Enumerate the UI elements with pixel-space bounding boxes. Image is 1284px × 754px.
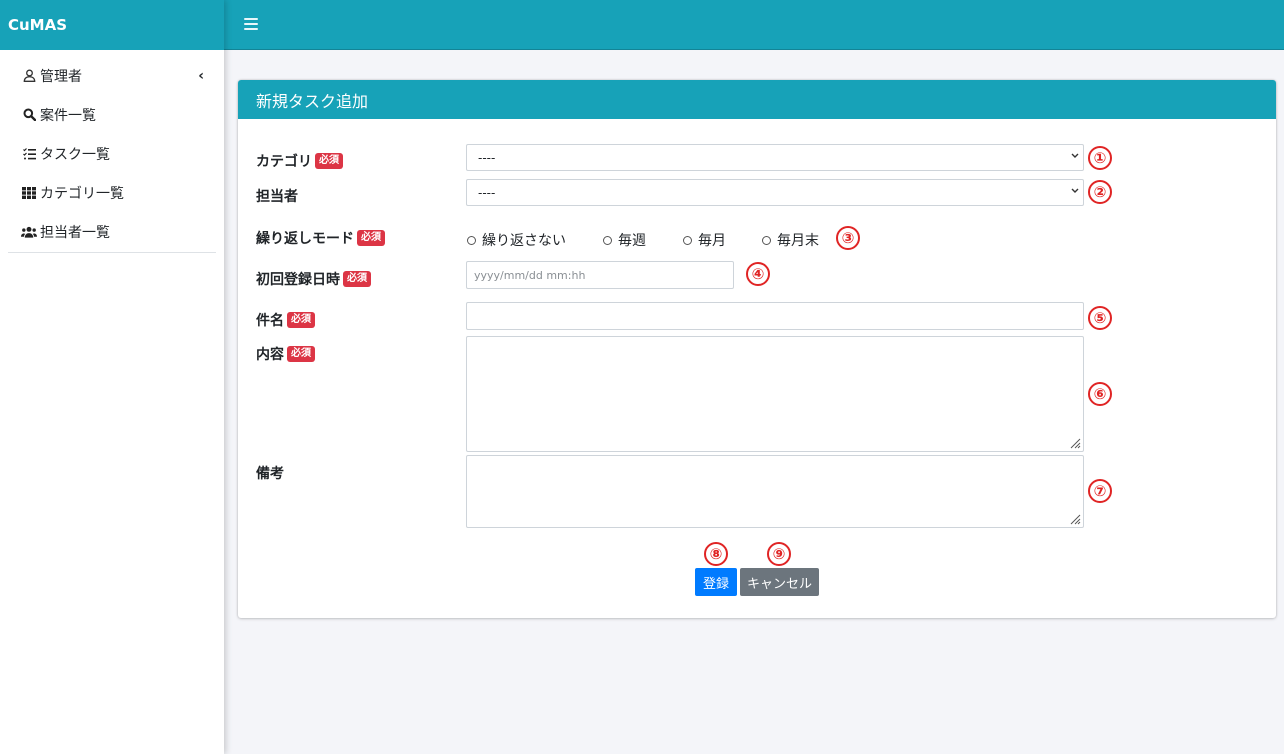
chevron-left-icon: ‹ (198, 67, 204, 84)
notes-label-text: 備考 (256, 466, 284, 482)
notes-textarea[interactable] (466, 455, 1084, 528)
content-label-text: 内容 (256, 347, 284, 363)
sidebar-item-tasks[interactable]: タスク一覧 (0, 134, 224, 173)
sidebar-item-label: 案件一覧 (40, 107, 96, 124)
radio-circle (762, 235, 771, 245)
radio-month-end[interactable]: 毎月末 (762, 230, 819, 250)
radio-label: 毎週 (618, 233, 646, 249)
user-icon (21, 69, 37, 82)
annotation-8: ⑧ (704, 542, 728, 566)
subject-label-text: 件名 (256, 313, 284, 329)
radio-circle (467, 235, 476, 245)
chevron-down-icon (1071, 152, 1079, 162)
sidebar-item-label: 管理者 (40, 68, 82, 85)
sidebar-item-assignees[interactable]: 担当者一覧 (0, 212, 224, 251)
radio-circle (603, 235, 612, 245)
users-icon (21, 226, 37, 238)
repeat-mode-label: 繰り返しモード 必須 (256, 228, 385, 248)
assignee-label-text: 担当者 (256, 189, 298, 205)
category-label-text: カテゴリ (256, 154, 312, 170)
radio-label: 毎月末 (777, 233, 819, 249)
sidebar-item-admin[interactable]: 管理者 ‹ (0, 56, 224, 95)
subject-label: 件名 必須 (256, 310, 315, 330)
sidebar-nav: 管理者 ‹ 案件一覧 タスク一覧 カテゴリ一覧 担当者一覧 (0, 50, 224, 251)
required-badge: 必須 (343, 271, 371, 287)
assignee-label: 担当者 (256, 186, 298, 206)
radio-label: 毎月 (698, 233, 726, 249)
sidebar-item-label: 担当者一覧 (40, 224, 110, 241)
cancel-button[interactable]: キャンセル (740, 568, 819, 596)
repeat-mode-label-text: 繰り返しモード (256, 231, 354, 247)
annotation-2: ② (1088, 180, 1112, 204)
submit-button[interactable]: 登録 (695, 568, 737, 596)
radio-monthly[interactable]: 毎月 (683, 230, 726, 250)
sidebar-item-label: タスク一覧 (40, 146, 110, 163)
chevron-down-icon (1071, 187, 1079, 197)
search-icon (21, 108, 37, 121)
first-date-label: 初回登録日時 必須 (256, 269, 371, 289)
annotation-9: ⑨ (767, 542, 791, 566)
annotation-7: ⑦ (1088, 479, 1112, 503)
first-date-label-text: 初回登録日時 (256, 272, 340, 288)
sidebar: CuMAS 管理者 ‹ 案件一覧 タスク一覧 カテゴリ一覧 担当者一覧 (0, 0, 224, 754)
radio-label: 繰り返さない (482, 233, 566, 249)
required-badge: 必須 (287, 312, 315, 328)
category-select-value: ---- (478, 150, 496, 165)
notes-label: 備考 (256, 463, 284, 483)
category-select[interactable]: ---- (466, 144, 1084, 171)
required-badge: 必須 (287, 346, 315, 362)
annotation-4: ④ (746, 262, 770, 286)
annotation-1: ① (1088, 146, 1112, 170)
annotation-5: ⑤ (1088, 306, 1112, 330)
sidebar-item-label: カテゴリ一覧 (40, 185, 124, 202)
category-label: カテゴリ 必須 (256, 151, 343, 171)
new-task-card: 新規タスク追加 カテゴリ 必須 ---- ① 担当者 ---- ② 繰り返しモー… (238, 80, 1276, 618)
radio-no-repeat[interactable]: 繰り返さない (467, 230, 566, 250)
radio-circle (683, 235, 692, 245)
required-badge: 必須 (357, 230, 385, 246)
brand-logo[interactable]: CuMAS (0, 0, 224, 50)
hamburger-icon[interactable] (244, 18, 258, 30)
first-date-input[interactable]: yyyy/mm/dd mm:hh (466, 261, 734, 289)
sidebar-item-categories[interactable]: カテゴリ一覧 (0, 173, 224, 212)
sidebar-item-cases[interactable]: 案件一覧 (0, 95, 224, 134)
grid-icon (21, 186, 37, 199)
subject-input[interactable] (466, 302, 1084, 330)
top-navbar (224, 0, 1284, 50)
resize-grip-icon[interactable] (1069, 513, 1081, 525)
first-date-placeholder: yyyy/mm/dd mm:hh (474, 268, 586, 282)
content-textarea[interactable] (466, 336, 1084, 452)
sidebar-divider (8, 252, 216, 253)
card-title: 新規タスク追加 (238, 80, 1276, 119)
required-badge: 必須 (315, 153, 343, 169)
assignee-select[interactable]: ---- (466, 179, 1084, 206)
annotation-3: ③ (836, 226, 860, 250)
content-label: 内容 必須 (256, 344, 315, 364)
radio-weekly[interactable]: 毎週 (603, 230, 646, 250)
task-list-icon (21, 147, 37, 160)
annotation-6: ⑥ (1088, 382, 1112, 406)
assignee-select-value: ---- (478, 185, 496, 200)
resize-grip-icon[interactable] (1069, 437, 1081, 449)
